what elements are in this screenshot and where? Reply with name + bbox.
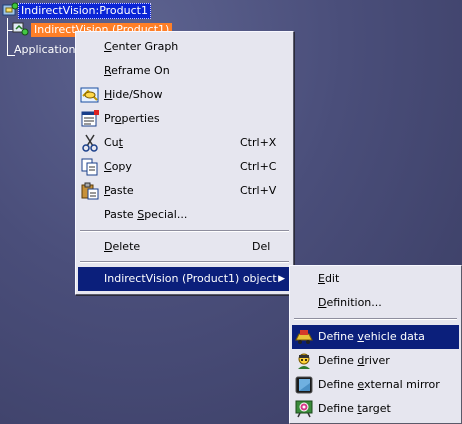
menu-item-label: Cut	[104, 131, 123, 155]
menu-item-label: Define external mirror	[318, 373, 440, 397]
hide-show-icon	[80, 87, 99, 103]
shortcut-text: Ctrl+C	[240, 160, 277, 173]
label-pre: Paste	[104, 208, 138, 221]
label-rest: ehicle data	[363, 330, 425, 343]
mnemonic: C	[104, 40, 112, 53]
mnemonic: C	[104, 160, 112, 173]
menu-item-label: Define driver	[318, 349, 390, 373]
menu-item-label: Copy	[104, 155, 132, 179]
mirror-icon	[295, 376, 313, 394]
submenu-item-define-target[interactable]: Define target	[292, 397, 459, 421]
label-pre: Define	[318, 378, 358, 391]
label-pre: Pr	[104, 112, 115, 125]
menu-item-label: Hide/Show	[104, 83, 162, 107]
label-rest: elete	[112, 240, 141, 253]
label-rest: ide/Show	[112, 88, 163, 101]
label-rest: eframe On	[111, 64, 170, 77]
properties-icon	[81, 110, 99, 127]
label-rest: efinition...	[326, 296, 382, 309]
paste-icon	[81, 182, 99, 200]
label-rest: opy	[111, 160, 132, 173]
menu-item-label: Define target	[318, 397, 391, 421]
shortcut-text: Del	[252, 240, 271, 253]
submenu-item-define-vehicle-data[interactable]: Define vehicle data	[292, 325, 459, 349]
label-rest: aste	[110, 184, 134, 197]
submenu-item-definition[interactable]: Definition...	[292, 291, 459, 315]
label-rest: dit	[324, 272, 340, 285]
submenu-arrow-icon: ▶	[278, 274, 285, 284]
object-submenu: Edit Definition... Define vehicle data D…	[289, 265, 462, 424]
menu-item-label: Properties	[104, 107, 160, 131]
menu-item-hide-show[interactable]: Hide/Show	[78, 83, 291, 107]
tree-node-root[interactable]: IndirectVision:Product1	[18, 3, 151, 19]
menu-item-label: Delete	[104, 235, 140, 259]
tree-connector	[7, 18, 8, 55]
menu-item-center-graph[interactable]: Center Graph	[78, 35, 291, 59]
vehicle-data-icon	[294, 328, 314, 346]
product-root-icon[interactable]	[1, 2, 19, 18]
target-icon	[295, 400, 313, 418]
menu-item-delete[interactable]: Delete Del	[78, 235, 291, 259]
label-rest: xternal mirror	[363, 378, 440, 391]
menu-item-copy[interactable]: Copy Ctrl+C	[78, 155, 291, 179]
menu-separator	[294, 318, 457, 320]
label-pre: Define	[318, 330, 358, 343]
submenu-item-edit[interactable]: Edit	[292, 267, 459, 291]
product-node-icon[interactable]	[12, 21, 30, 37]
menu-item-label: Define vehicle data	[318, 325, 425, 349]
menu-item-paste[interactable]: Paste Ctrl+V	[78, 179, 291, 203]
shortcut-text: Ctrl+X	[240, 136, 277, 149]
menu-item-label: Paste	[104, 179, 134, 203]
driver-icon	[298, 353, 310, 369]
submenu-item-define-driver[interactable]: Define driver	[292, 349, 459, 373]
scissors-icon	[82, 134, 98, 152]
menu-item-label: Paste Special...	[104, 203, 187, 227]
menu-item-label: IndirectVision (Product1) object	[104, 272, 277, 285]
menu-item-properties[interactable]: Properties	[78, 107, 291, 131]
mnemonic: E	[318, 272, 325, 285]
menu-item-reframe-on[interactable]: Reframe On	[78, 59, 291, 83]
copy-icon	[81, 158, 98, 176]
mnemonic: e	[357, 378, 364, 391]
label-rest: perties	[121, 112, 160, 125]
label-pre: Define	[318, 402, 358, 415]
mnemonic: t	[118, 136, 123, 149]
menu-item-object-submenu[interactable]: IndirectVision (Product1) object ▶	[78, 267, 291, 291]
context-menu: Center Graph Reframe On Hide/Show Proper…	[75, 31, 294, 295]
menu-item-label: Center Graph	[104, 35, 178, 59]
shortcut-text: Ctrl+V	[240, 184, 277, 197]
label-rest: enter Graph	[111, 40, 179, 53]
menu-item-label: Definition...	[318, 291, 382, 315]
label-rest: river	[364, 354, 390, 367]
submenu-item-define-external-mirror[interactable]: Define external mirror	[292, 373, 459, 397]
menu-item-cut[interactable]: Cut Ctrl+X	[78, 131, 291, 155]
menu-separator	[80, 230, 289, 232]
label-pre: Cu	[104, 136, 119, 149]
menu-item-label: Reframe On	[104, 59, 170, 83]
tree-node-applications[interactable]: Applications	[13, 43, 82, 57]
menu-item-label: Edit	[318, 267, 339, 291]
label-pre: Define	[318, 354, 358, 367]
label-rest: arget	[361, 402, 391, 415]
label-rest: pecial...	[144, 208, 188, 221]
menu-item-paste-special[interactable]: Paste Special...	[78, 203, 291, 227]
menu-separator	[80, 261, 289, 263]
